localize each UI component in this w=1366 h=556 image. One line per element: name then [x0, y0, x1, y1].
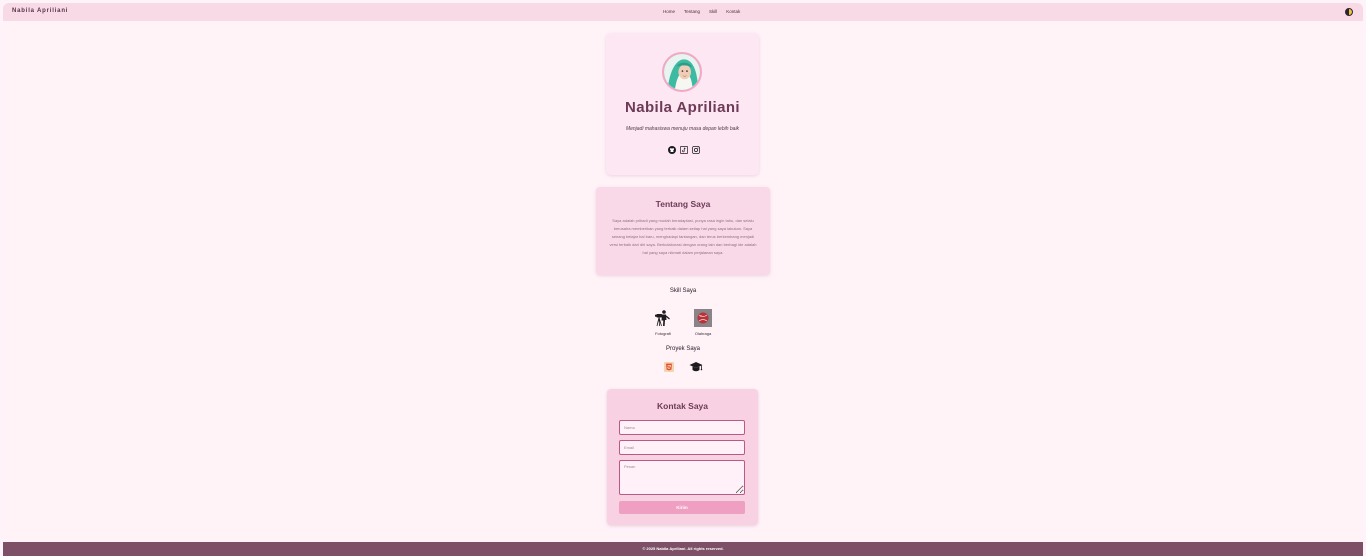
about-title: Tentang Saya — [655, 199, 711, 209]
email-field[interactable] — [619, 440, 745, 455]
name-field[interactable] — [619, 420, 745, 435]
send-button[interactable]: Kirim — [619, 501, 745, 514]
footer-text: © 2025 Nabila Apriliani. All rights rese… — [642, 546, 724, 551]
skills-title: Skill Saya — [669, 288, 697, 294]
projects-title: Proyek Saya — [665, 346, 701, 352]
graduation-cap-icon[interactable] — [689, 360, 703, 374]
message-field[interactable] — [619, 460, 745, 495]
skill-item-olahraga: Olahraga — [688, 309, 718, 336]
social-links — [668, 146, 700, 154]
tiktok-icon[interactable] — [680, 146, 688, 154]
nav-link-home[interactable]: Home — [663, 9, 675, 14]
footer: © 2025 Nabila Apriliani. All rights rese… — [3, 542, 1363, 556]
skill-item-fotografi: Fotografi — [648, 309, 678, 336]
skill-label-olahraga: Olahraga — [694, 331, 712, 336]
nav-link-skill[interactable]: Skill — [709, 9, 717, 14]
sport-ball-icon — [694, 309, 712, 327]
about-card: Tentang Saya Saya adalah pribadi yang mu… — [596, 187, 770, 275]
avatar — [662, 52, 702, 92]
nav-link-kontak[interactable]: Kontak — [726, 9, 740, 14]
github-icon[interactable] — [668, 146, 676, 154]
half-moon-icon[interactable] — [1345, 8, 1353, 16]
profile-tagline: Menjadi mahasiswa menuju masa depan lebi… — [625, 126, 740, 132]
page: Nabila Apriliani Home Tentang Skill Kont… — [3, 3, 1363, 556]
navbar: Nabila Apriliani Home Tentang Skill Kont… — [3, 3, 1363, 21]
contact-title: Kontak Saya — [656, 401, 709, 411]
profile-card: Nabila Apriliani Menjadi mahasiswa menuj… — [606, 33, 759, 175]
about-text: Saya adalah pribadi yang mudah beradapta… — [609, 218, 757, 255]
profile-name: Nabila Apriliani — [624, 99, 741, 116]
nav-links: Home Tentang Skill Kontak — [663, 9, 740, 14]
nav-link-tentang[interactable]: Tentang — [684, 9, 700, 14]
contact-card: Kontak Saya Kirim — [607, 389, 758, 525]
instagram-icon[interactable] — [692, 146, 700, 154]
photographer-icon — [654, 309, 672, 327]
skill-label-fotografi: Fotografi — [655, 331, 671, 336]
brand-logo[interactable]: Nabila Apriliani — [12, 8, 68, 14]
html5-icon[interactable] — [664, 362, 674, 372]
